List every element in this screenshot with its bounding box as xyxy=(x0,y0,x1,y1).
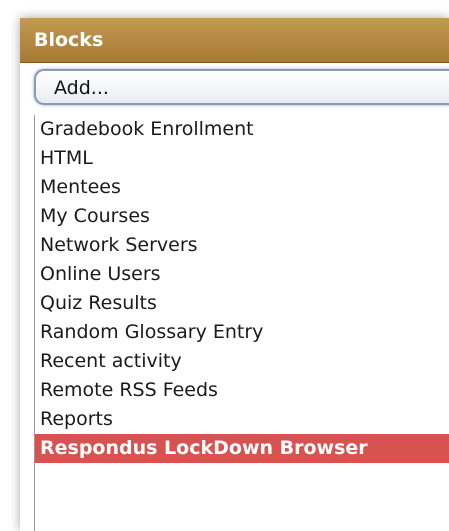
dropdown-option-my-courses[interactable]: My Courses xyxy=(40,202,449,231)
dropdown-option-mentees[interactable]: Mentees xyxy=(40,173,449,202)
dropdown-option-quiz-results[interactable]: Quiz Results xyxy=(40,289,449,318)
dropdown-option-network-servers[interactable]: Network Servers xyxy=(40,231,449,260)
add-block-dropdown-list[interactable]: Gradebook Enrollment HTML Mentees My Cou… xyxy=(34,115,449,531)
blocks-title: Blocks xyxy=(34,29,104,51)
screenshot-frame: Blocks Add... Gradebook Enrollment HTML … xyxy=(0,0,449,531)
blocks-body: Add... Gradebook Enrollment HTML Mentees… xyxy=(20,63,449,531)
dropdown-option-gradebook-enrollment[interactable]: Gradebook Enrollment xyxy=(40,115,449,144)
dropdown-option-respondus-lockdown-browser[interactable]: Respondus LockDown Browser xyxy=(35,434,449,463)
dropdown-option-remote-rss-feeds[interactable]: Remote RSS Feeds xyxy=(40,376,449,405)
add-block-select-value: Add... xyxy=(54,77,109,99)
dropdown-option-recent-activity[interactable]: Recent activity xyxy=(40,347,449,376)
blocks-panel: Blocks Add... Gradebook Enrollment HTML … xyxy=(20,18,449,531)
dropdown-option-online-users[interactable]: Online Users xyxy=(40,260,449,289)
blocks-header: Blocks xyxy=(20,18,449,63)
dropdown-option-random-glossary-entry[interactable]: Random Glossary Entry xyxy=(40,318,449,347)
dropdown-option-html[interactable]: HTML xyxy=(40,144,449,173)
dropdown-option-reports[interactable]: Reports xyxy=(40,405,449,434)
add-block-select[interactable]: Add... xyxy=(34,69,449,105)
